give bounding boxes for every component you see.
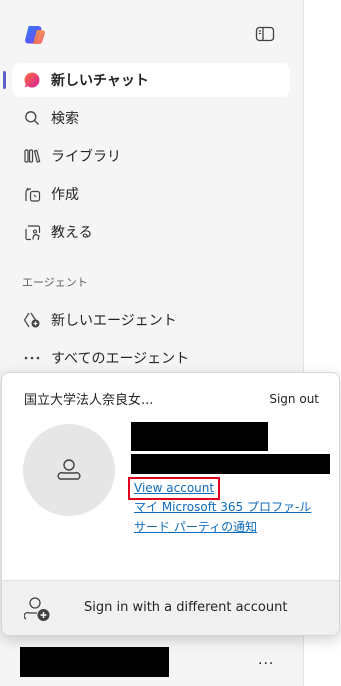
user-account-bar[interactable]: ...	[0, 640, 303, 686]
sidebar-toggle-icon	[255, 26, 275, 42]
sign-in-different-account-label: Sign in with a different account	[84, 600, 288, 615]
redacted-user-name	[20, 647, 169, 677]
account-popup: 国立大学法人奈良女... Sign out View account マイ Mi…	[1, 372, 340, 636]
person-add-icon	[23, 595, 52, 623]
sidebar-item-label: すべてのエージェント	[51, 351, 190, 367]
sidebar-item-label: 新しいエージェント	[51, 313, 177, 329]
sidebar-item-library[interactable]: ライブラリ	[12, 139, 290, 173]
sidebar-item-teach[interactable]: 教える	[12, 215, 290, 249]
search-icon	[23, 109, 41, 127]
redacted-display-name	[131, 422, 268, 451]
sidebar-item-label: 教える	[51, 225, 93, 241]
copilot-logo-icon[interactable]	[22, 22, 48, 48]
sidebar-item-label: ライブラリ	[51, 149, 121, 165]
sidebar-item-label: 検索	[51, 111, 79, 127]
sidebar-item-label: 作成	[51, 187, 79, 203]
new-agent-icon	[23, 311, 41, 329]
more-horizontal-icon	[23, 349, 41, 367]
library-icon	[23, 147, 41, 165]
account-links: View account マイ Microsoft 365 プロファ‐ル サード…	[127, 477, 334, 536]
profile-link[interactable]: マイ Microsoft 365 プロファ‐ル	[134, 499, 334, 516]
create-icon	[23, 185, 41, 203]
sidebar-item-label: 新しいチャット	[51, 73, 149, 89]
sidebar-item-new-agent[interactable]: 新しいエージェント	[12, 303, 290, 337]
sidebar-item-search[interactable]: 検索	[12, 101, 290, 135]
sign-in-different-account-button[interactable]: Sign in with a different account	[2, 580, 339, 635]
more-options-button[interactable]: ...	[258, 652, 274, 668]
sidebar-item-new-chat[interactable]: 新しいチャット	[12, 63, 290, 97]
sign-out-button[interactable]: Sign out	[269, 392, 319, 406]
redacted-email	[131, 454, 330, 474]
copilot-chat-bubble-icon	[23, 71, 41, 89]
sidebar-item-create[interactable]: 作成	[12, 177, 290, 211]
sidebar-item-all-agents[interactable]: すべてのエージェント	[12, 341, 290, 375]
avatar	[23, 424, 115, 516]
organization-name: 国立大学法人奈良女...	[24, 393, 154, 408]
teach-icon	[23, 223, 41, 241]
view-account-link[interactable]: View account	[127, 477, 221, 500]
agents-section-label: エージェント	[22, 276, 88, 289]
person-icon	[57, 459, 81, 480]
third-party-notices-link[interactable]: サード パーティの通知	[134, 519, 334, 536]
active-indicator	[3, 71, 6, 89]
collapse-sidebar-button[interactable]	[255, 26, 275, 42]
